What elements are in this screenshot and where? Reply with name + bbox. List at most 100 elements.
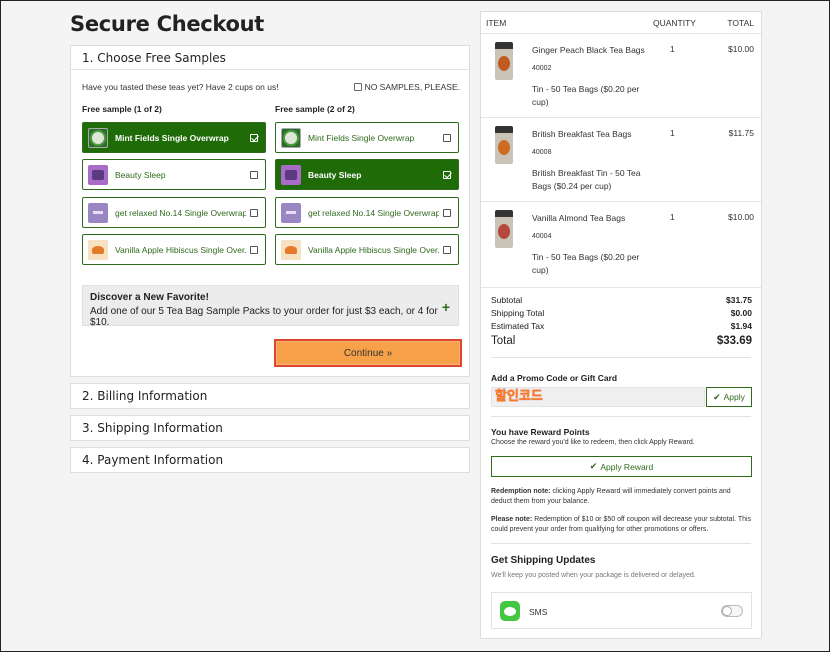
vanilla-almond-tin-image bbox=[495, 210, 513, 248]
checkbox-icon[interactable] bbox=[250, 208, 258, 217]
step-2-panel[interactable]: 2. Billing Information bbox=[70, 383, 470, 409]
samples-prompt: Have you tasted these teas yet? Have 2 c… bbox=[82, 82, 279, 92]
sample-1-beauty-sleep[interactable]: Beauty Sleep bbox=[82, 159, 266, 190]
mint-fields-thumb-icon bbox=[281, 127, 301, 148]
sms-option: SMS bbox=[491, 592, 752, 629]
item-price: $11.75 bbox=[728, 128, 754, 138]
item-qty: 1 bbox=[670, 212, 675, 222]
ginger-peach-tin-image bbox=[495, 42, 513, 80]
sample-label: Beauty Sleep bbox=[115, 169, 166, 180]
shipping-updates-title: Get Shipping Updates bbox=[491, 555, 596, 566]
checkbox-checked-icon[interactable] bbox=[443, 170, 451, 179]
total-label: Total bbox=[491, 335, 516, 347]
redemption-note: Redemption note: clicking Apply Reward w… bbox=[491, 487, 753, 507]
please-note-label: Please note: bbox=[491, 516, 533, 523]
checkbox-icon[interactable] bbox=[443, 133, 451, 142]
plus-icon[interactable]: + bbox=[442, 299, 450, 315]
promo-apply-button[interactable]: ✔ Apply bbox=[706, 387, 752, 407]
tax-row: Estimated Tax $1.94 bbox=[491, 321, 752, 334]
step-3-title[interactable]: 3. Shipping Information bbox=[71, 416, 469, 440]
vanilla-apple-thumb-icon bbox=[88, 239, 108, 260]
cart-item: Vanilla Almond Tea Bags 40004 Tin - 50 T… bbox=[481, 202, 761, 288]
checkbox-icon[interactable] bbox=[250, 170, 258, 179]
step-4-panel[interactable]: 4. Payment Information bbox=[70, 447, 470, 473]
check-icon: ✔ bbox=[713, 391, 721, 402]
sample-label: get relaxed No.14 Single Overwrap bbox=[308, 207, 439, 218]
cart-item: Ginger Peach Black Tea Bags 40002 Tin - … bbox=[481, 34, 761, 118]
divider bbox=[491, 357, 751, 358]
item-sku: 40008 bbox=[532, 149, 552, 156]
no-samples-option[interactable]: NO SAMPLES, PLEASE. bbox=[353, 82, 460, 92]
vanilla-apple-thumb-icon bbox=[281, 239, 301, 260]
item-name: Vanilla Almond Tea Bags bbox=[532, 213, 626, 223]
beauty-sleep-thumb-icon bbox=[281, 164, 301, 185]
order-totals: Subtotal $31.75 Shipping Total $0.00 Est… bbox=[491, 295, 752, 351]
shipping-row: Shipping Total $0.00 bbox=[491, 308, 752, 321]
checkbox-icon[interactable] bbox=[250, 245, 258, 254]
sample-col-1-label: Free sample (1 of 2) bbox=[82, 104, 162, 114]
sample-label: Mint Fields Single Overwrap bbox=[308, 132, 415, 143]
sample-label: Vanilla Apple Hibiscus Single Over... bbox=[308, 244, 439, 255]
item-desc: Tin - 50 Tea Bags ($0.20 per cup) bbox=[532, 252, 640, 275]
reward-title: You have Reward Points bbox=[491, 427, 590, 437]
divider bbox=[491, 543, 751, 544]
order-summary: ITEM QUANTITY TOTAL Ginger Peach Black T… bbox=[480, 11, 762, 639]
sample-label: Beauty Sleep bbox=[308, 169, 362, 180]
step-3-panel[interactable]: 3. Shipping Information bbox=[70, 415, 470, 441]
item-name: Ginger Peach Black Tea Bags bbox=[532, 45, 645, 55]
get-relaxed-thumb-icon bbox=[88, 202, 108, 223]
sample-1-get-relaxed[interactable]: get relaxed No.14 Single Overwrap bbox=[82, 197, 266, 228]
total-row: Total $33.69 bbox=[491, 335, 752, 351]
sample-2-beauty-sleep[interactable]: Beauty Sleep bbox=[275, 159, 459, 190]
sample-label: Vanilla Apple Hibiscus Single Over... bbox=[115, 244, 246, 255]
item-sku: 40002 bbox=[532, 65, 552, 72]
step-4-title[interactable]: 4. Payment Information bbox=[71, 448, 469, 472]
subtotal-label: Subtotal bbox=[491, 295, 523, 305]
step-1-title[interactable]: 1. Choose Free Samples bbox=[71, 46, 469, 70]
sample-1-mint-fields[interactable]: Mint Fields Single Overwrap bbox=[82, 122, 266, 153]
shipping-label: Shipping Total bbox=[491, 308, 545, 318]
check-icon: ✔ bbox=[589, 461, 598, 471]
shipping-value: $0.00 bbox=[730, 308, 752, 318]
checkbox-icon[interactable] bbox=[443, 208, 451, 217]
subtotal-row: Subtotal $31.75 bbox=[491, 295, 752, 308]
beauty-sleep-thumb-icon bbox=[88, 164, 108, 185]
mint-fields-thumb-icon bbox=[88, 127, 108, 148]
step-2-title[interactable]: 2. Billing Information bbox=[71, 384, 469, 408]
continue-button[interactable]: Continue » bbox=[274, 339, 462, 367]
cart-header: ITEM QUANTITY TOTAL bbox=[481, 12, 761, 34]
item-desc: British Breakfast Tin - 50 Tea Bags ($0.… bbox=[532, 168, 641, 191]
promo-code-input[interactable]: 할인코드 bbox=[491, 387, 705, 407]
item-name: British Breakfast Tea Bags bbox=[532, 129, 632, 139]
apply-reward-button[interactable]: ✔ Apply Reward bbox=[491, 456, 752, 477]
item-desc: Tin - 50 Tea Bags ($0.20 per cup) bbox=[532, 84, 640, 107]
discover-sample-packs[interactable]: Discover a New Favorite! Add one of our … bbox=[82, 285, 459, 328]
british-breakfast-tin-image bbox=[495, 126, 513, 164]
samples-prompt-row: Have you tasted these teas yet? Have 2 c… bbox=[82, 82, 460, 92]
sample-1-vanilla-apple[interactable]: Vanilla Apple Hibiscus Single Over... bbox=[82, 234, 266, 265]
item-qty: 1 bbox=[670, 44, 675, 54]
col-quantity: QUANTITY bbox=[653, 18, 696, 28]
cart-item: British Breakfast Tea Bags 40008 British… bbox=[481, 118, 761, 202]
item-sku: 40004 bbox=[532, 233, 552, 240]
item-qty: 1 bbox=[670, 128, 675, 138]
checkbox-icon[interactable] bbox=[443, 245, 451, 254]
sample-2-get-relaxed[interactable]: get relaxed No.14 Single Overwrap bbox=[275, 197, 459, 228]
item-price: $10.00 bbox=[728, 44, 754, 54]
sample-label: Mint Fields Single Overwrap bbox=[115, 132, 229, 143]
subtotal-value: $31.75 bbox=[726, 295, 752, 305]
item-price: $10.00 bbox=[728, 212, 754, 222]
col-item: ITEM bbox=[486, 18, 507, 28]
no-samples-checkbox[interactable] bbox=[353, 83, 362, 91]
sample-2-mint-fields[interactable]: Mint Fields Single Overwrap bbox=[275, 122, 459, 153]
sample-label: get relaxed No.14 Single Overwrap bbox=[115, 207, 246, 218]
discover-title: Discover a New Favorite! bbox=[90, 292, 209, 303]
sample-2-vanilla-apple[interactable]: Vanilla Apple Hibiscus Single Over... bbox=[275, 234, 459, 265]
page-title: Secure Checkout bbox=[70, 12, 265, 36]
sms-toggle[interactable] bbox=[721, 605, 743, 617]
promo-apply-label: Apply bbox=[723, 392, 745, 402]
shipping-updates-subtitle: We'll keep you posted when your package … bbox=[491, 572, 696, 579]
checkbox-checked-icon[interactable] bbox=[250, 133, 258, 142]
get-relaxed-thumb-icon bbox=[281, 202, 301, 223]
please-note: Please note: Redemption of $10 or $50 of… bbox=[491, 515, 753, 535]
